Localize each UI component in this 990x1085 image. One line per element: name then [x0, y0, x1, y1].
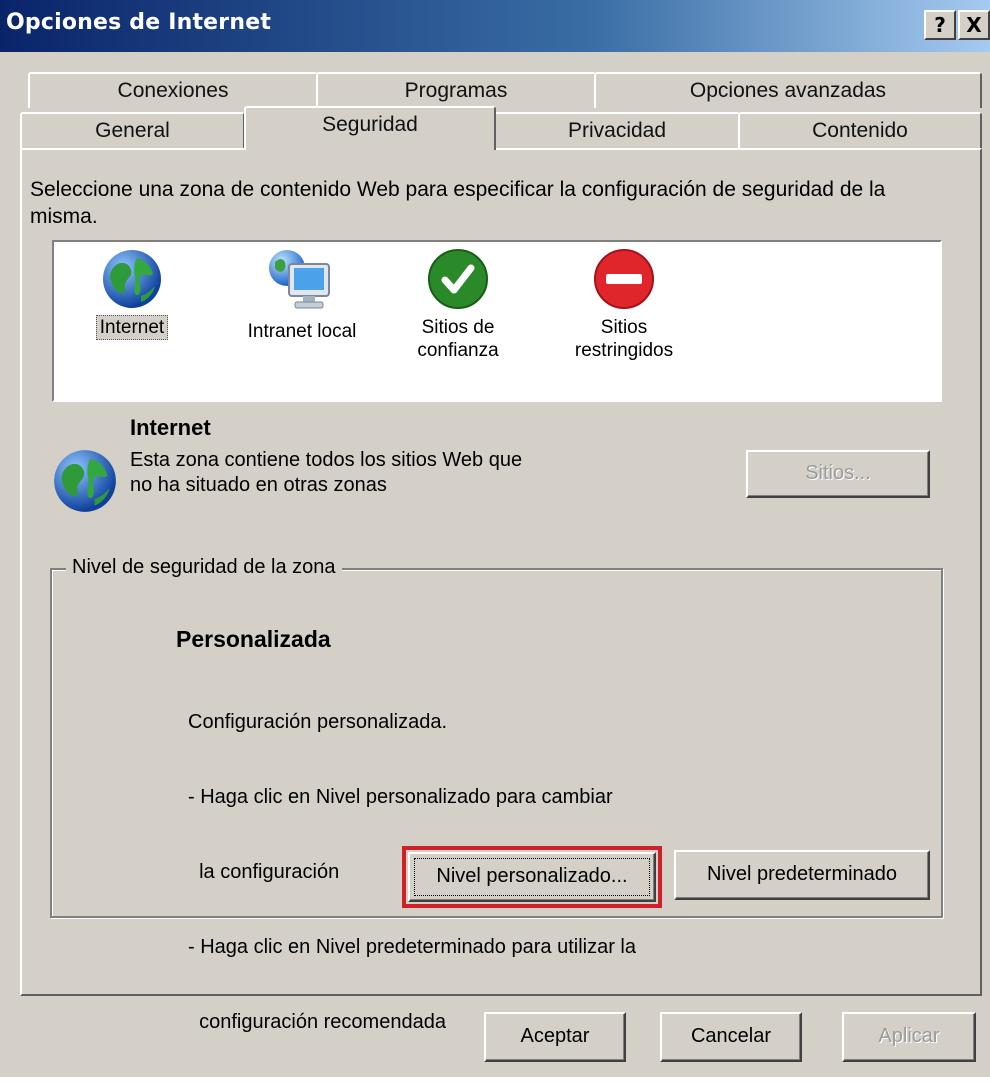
- security-level-name: Personalizada: [176, 626, 331, 652]
- tab-opciones-avanzadas[interactable]: Opciones avanzadas: [594, 72, 982, 108]
- zone-label-intranet-local: Intranet local: [247, 321, 357, 342]
- help-button[interactable]: ?: [924, 10, 956, 40]
- level-line: - Haga clic en Nivel predeterminado para…: [188, 936, 636, 958]
- tab-seguridad[interactable]: Seguridad: [244, 106, 496, 150]
- zone-sitios-confianza[interactable]: Sitios de confianza: [398, 248, 518, 362]
- restricted-no-entry-icon: [594, 249, 654, 309]
- zone-label-sitios-restringidos: Sitios restringidos: [574, 317, 674, 361]
- default-level-button[interactable]: Nivel predeterminado: [674, 850, 930, 900]
- zone-label-sitios-confianza: Sitios de confianza: [417, 317, 499, 361]
- zone-instruction: Seleccione una zona de contenido Web par…: [30, 178, 886, 228]
- zone-sitios-restringidos[interactable]: Sitios restringidos: [556, 248, 692, 362]
- zone-list: Internet Intranet local Sitios de confia…: [52, 240, 942, 402]
- security-level-legend: Nivel de seguridad de la zona: [66, 556, 342, 579]
- tab-privacidad[interactable]: Privacidad: [494, 112, 740, 148]
- tab-programas[interactable]: Programas: [316, 72, 596, 108]
- title-bar[interactable]: Opciones de Internet ? X: [0, 0, 990, 52]
- zone-label-internet: Internet: [95, 315, 169, 340]
- highlight-box: [402, 846, 662, 908]
- intranet-computer-icon: [269, 250, 330, 309]
- level-line: - Haga clic en Nivel personalizado para …: [188, 786, 613, 808]
- level-line: configuración recomendada: [188, 1011, 446, 1033]
- cancel-button[interactable]: Cancelar: [660, 1012, 802, 1062]
- internet-options-dialog: Opciones de Internet ? X Conexiones Prog…: [0, 0, 990, 1077]
- tab-contenido[interactable]: Contenido: [738, 112, 982, 148]
- selected-zone-description: Esta zona contiene todos los sitios Web …: [130, 449, 523, 496]
- sites-button[interactable]: Sitios...: [746, 450, 930, 498]
- tab-general[interactable]: General: [20, 112, 245, 148]
- window-title: Opciones de Internet: [6, 10, 272, 35]
- level-line: Configuración personalizada.: [188, 711, 448, 733]
- close-button[interactable]: X: [958, 10, 990, 40]
- globe-icon: [54, 450, 116, 512]
- zone-intranet-local[interactable]: Intranet local: [232, 248, 372, 343]
- selected-zone-name: Internet: [130, 415, 211, 440]
- apply-button[interactable]: Aplicar: [842, 1012, 976, 1062]
- globe-icon: [103, 250, 161, 308]
- trusted-checkmark-icon: [428, 249, 488, 309]
- zone-internet[interactable]: Internet: [82, 248, 182, 340]
- tab-conexiones[interactable]: Conexiones: [28, 72, 318, 108]
